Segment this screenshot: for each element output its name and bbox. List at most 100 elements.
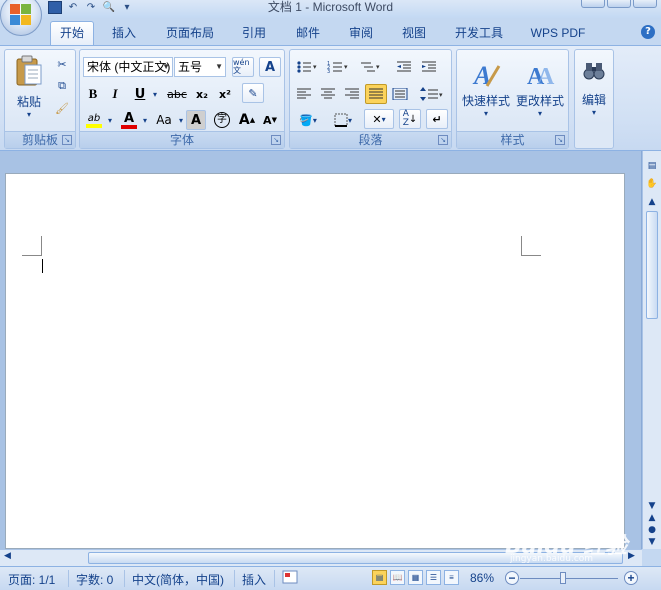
change-styles-icon: A A: [527, 64, 555, 88]
chevron-down-icon[interactable]: ▾: [176, 110, 186, 130]
sort-icon[interactable]: A Z ↓: [399, 109, 421, 129]
font-size-combo[interactable]: 五号 ▼: [174, 57, 226, 77]
tab-review[interactable]: 审阅: [343, 22, 379, 44]
language-indicator[interactable]: 中文(简体，中国): [132, 571, 224, 588]
change-case-button[interactable]: Aa: [152, 110, 176, 130]
document-area: [0, 151, 642, 549]
strikethrough-button[interactable]: abc: [164, 84, 190, 104]
word-count[interactable]: 字数: 0: [76, 571, 113, 588]
full-screen-reading-icon[interactable]: 📖: [390, 570, 405, 585]
shading-icon[interactable]: 🪣 ▾: [293, 110, 323, 130]
zoom-level[interactable]: 86%: [470, 571, 494, 585]
previous-page-icon[interactable]: ▲: [645, 513, 659, 523]
dialog-launcher-icon[interactable]: ↘: [555, 135, 565, 145]
macro-recording-icon[interactable]: [282, 570, 298, 587]
align-right-icon[interactable]: [341, 84, 363, 104]
chevron-down-icon[interactable]: ▾: [150, 84, 160, 104]
scroll-up-icon[interactable]: ▲: [645, 197, 659, 207]
grow-font-button[interactable]: A ▲: [237, 110, 257, 130]
tab-home[interactable]: 开始: [50, 21, 94, 45]
web-layout-icon[interactable]: ▦: [408, 570, 423, 585]
char-shading-button[interactable]: A: [186, 110, 206, 130]
dialog-launcher-icon[interactable]: ↘: [438, 135, 448, 145]
tab-wps-pdf[interactable]: WPS PDF: [526, 22, 590, 44]
distributed-icon[interactable]: [389, 84, 411, 104]
quick-styles-button[interactable]: A 快速样式 ▾: [460, 54, 512, 124]
shrink-font-button[interactable]: A ▼: [260, 110, 280, 130]
dialog-launcher-icon[interactable]: ↘: [62, 135, 72, 145]
vertical-scroll-thumb[interactable]: [646, 211, 658, 319]
show-paragraph-marks-icon[interactable]: ↵: [426, 109, 448, 129]
chevron-down-icon[interactable]: ▾: [105, 110, 115, 130]
maximize-button[interactable]: [607, 0, 631, 8]
chevron-down-icon: ▾: [537, 109, 542, 118]
zoom-slider-thumb[interactable]: [560, 572, 566, 584]
editing-label: 编辑: [581, 93, 606, 107]
tab-references[interactable]: 引用: [236, 22, 272, 44]
highlight-button[interactable]: ab: [83, 110, 105, 130]
insert-mode[interactable]: 插入: [242, 571, 266, 588]
tab-mailings[interactable]: 邮件: [290, 22, 326, 44]
scroll-right-icon[interactable]: ▶: [628, 551, 635, 561]
draft-view-icon[interactable]: ≡: [444, 570, 459, 585]
superscript-button[interactable]: x²: [215, 84, 235, 104]
document-page[interactable]: [5, 173, 625, 549]
chevron-down-icon[interactable]: ▾: [140, 110, 150, 130]
chinese-layout-icon[interactable]: ✕ ▾: [364, 109, 394, 129]
char-border-button[interactable]: A: [259, 57, 281, 77]
scroll-down-icon[interactable]: ▼: [645, 501, 659, 511]
numbering-icon[interactable]: 1 2 3 ▾: [324, 57, 352, 77]
vertical-scrollbar[interactable]: ▤ ✋ ▲ ▼ ▲ ● ▼: [642, 151, 661, 549]
subscript-button[interactable]: x₂: [192, 84, 212, 104]
next-page-icon[interactable]: ▼: [645, 537, 659, 547]
font-color-button[interactable]: A: [118, 110, 140, 130]
binoculars-icon: [583, 63, 605, 80]
minimize-button[interactable]: [581, 0, 605, 8]
crop-mark-top-right: [521, 236, 541, 256]
change-styles-button[interactable]: A A 更改样式 ▾: [513, 54, 567, 124]
tab-view[interactable]: 视图: [396, 22, 432, 44]
cut-icon[interactable]: ✂: [53, 55, 71, 73]
underline-button[interactable]: U: [130, 84, 150, 104]
tab-insert[interactable]: 插入: [106, 22, 142, 44]
zoom-slider-track[interactable]: [520, 578, 618, 579]
paste-button[interactable]: 粘贴 ▾: [9, 54, 49, 120]
copy-icon[interactable]: ⧉: [53, 77, 71, 95]
hand-icon[interactable]: ✋: [645, 179, 659, 189]
outline-view-icon[interactable]: ☰: [426, 570, 441, 585]
tab-page-layout[interactable]: 页面布局: [160, 22, 220, 44]
zoom-in-icon[interactable]: +: [624, 571, 638, 585]
line-spacing-icon[interactable]: ▾: [417, 84, 447, 104]
justify-icon[interactable]: [365, 84, 387, 104]
zoom-out-icon[interactable]: −: [505, 571, 519, 585]
multilevel-list-icon[interactable]: ▾: [356, 57, 384, 77]
format-painter-icon[interactable]: 🖌: [53, 99, 71, 117]
print-layout-icon[interactable]: ▤: [372, 570, 387, 585]
clear-formatting-icon[interactable]: ✎: [242, 83, 264, 103]
font-color-icon: A: [123, 110, 135, 126]
paste-icon: [16, 55, 42, 86]
page-count[interactable]: 页面: 1/1: [8, 571, 55, 588]
chevron-down-icon: ▾: [591, 108, 596, 117]
enclose-char-button[interactable]: 字: [211, 110, 233, 130]
align-center-icon[interactable]: [317, 84, 339, 104]
ruler-toggle-icon[interactable]: ▤: [645, 161, 659, 171]
font-name-combo[interactable]: 宋体 (中文正文) ▼: [83, 57, 173, 77]
bullets-icon[interactable]: ▾: [293, 57, 321, 77]
help-icon[interactable]: ?: [641, 25, 655, 39]
bold-button[interactable]: B: [83, 84, 103, 104]
italic-button[interactable]: I: [105, 84, 125, 104]
phonetic-guide-button[interactable]: wén 文: [232, 57, 254, 77]
scroll-left-icon[interactable]: ◀: [4, 551, 11, 561]
editing-group: 编辑 ▾: [574, 49, 614, 149]
dialog-launcher-icon[interactable]: ↘: [271, 135, 281, 145]
borders-icon[interactable]: ▾: [328, 110, 358, 130]
tab-developer[interactable]: 开发工具: [449, 22, 509, 44]
close-button[interactable]: [633, 0, 657, 8]
select-browse-object-icon[interactable]: ●: [645, 525, 659, 535]
svg-text:▾: ▾: [344, 63, 348, 71]
editing-button[interactable]: 编辑 ▾: [577, 54, 611, 124]
decrease-indent-icon[interactable]: [393, 57, 415, 77]
increase-indent-icon[interactable]: [418, 57, 440, 77]
align-left-icon[interactable]: [293, 84, 315, 104]
